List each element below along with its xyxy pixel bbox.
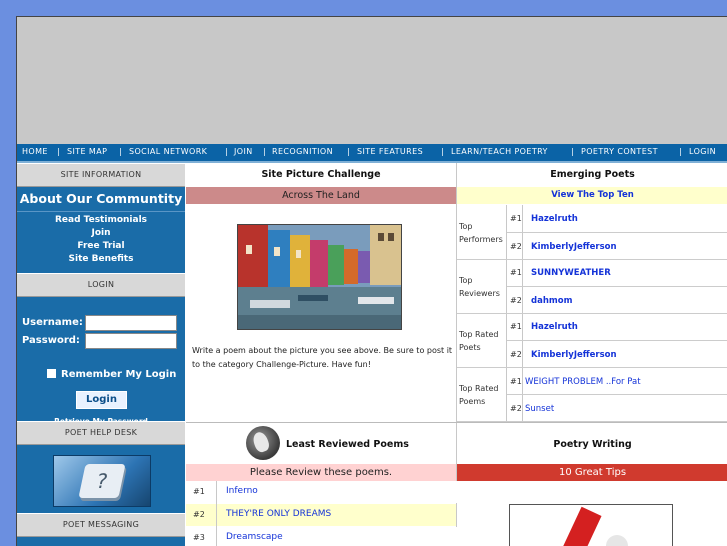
remember-label: Remember My Login (61, 369, 177, 380)
poet-messaging-header: POET MESSAGING (17, 513, 185, 537)
read-testimonials-link[interactable]: Read Testimonials (17, 214, 185, 227)
remember-checkbox[interactable] (47, 369, 56, 378)
least-reviewed-header: Least Reviewed Poems (286, 439, 409, 450)
password-input[interactable] (85, 333, 177, 349)
least-reviewed-icon (246, 426, 280, 460)
sidebar: SITE INFORMATION About Our Communtity Re… (17, 163, 185, 546)
poetry-writing-subheader[interactable]: 10 Great Tips (457, 464, 727, 481)
nav-join[interactable]: JOIN (234, 147, 253, 156)
remember-login[interactable]: Remember My Login (47, 369, 176, 380)
challenge-subheader[interactable]: Across The Land (186, 187, 456, 204)
login-header: LOGIN (17, 273, 185, 297)
poem-link[interactable]: Sunset (525, 404, 554, 414)
poem-rank: #2 (193, 510, 205, 519)
group-divider (457, 367, 727, 368)
list-item[interactable]: #3 Dreamscape (186, 527, 472, 546)
join-link[interactable]: Join (17, 227, 185, 240)
nav-site-map[interactable]: SITE MAP (67, 147, 107, 156)
nav-separator: | (441, 147, 445, 156)
challenge-photo[interactable] (237, 224, 402, 330)
group-label: Top Rated Poets (459, 330, 499, 352)
nav-learn-teach[interactable]: LEARN/TEACH POETRY (451, 147, 548, 156)
nav-separator: | (263, 147, 267, 156)
poet-link[interactable]: Hazelruth (531, 322, 578, 332)
tips-image[interactable] (509, 504, 673, 546)
poet-link[interactable]: KimberlyJefferson (531, 242, 617, 252)
site-benefits-link[interactable]: Site Benefits (17, 253, 185, 266)
nav-recognition[interactable]: RECOGNITION (272, 147, 333, 156)
group-label: Top Rated Poems (459, 384, 499, 406)
nav-separator: | (57, 147, 61, 156)
rank: #1 (510, 268, 522, 277)
exclamation-icon (560, 506, 602, 546)
rank: #1 (510, 214, 522, 223)
poem-rank: #3 (193, 533, 205, 542)
rank: #2 (510, 404, 522, 413)
row-divider (507, 340, 727, 341)
rank: #2 (510, 350, 522, 359)
challenge-header: Site Picture Challenge (186, 163, 456, 188)
username-input[interactable] (85, 315, 177, 331)
rank: #2 (510, 296, 522, 305)
poet-link[interactable]: Hazelruth (531, 214, 578, 224)
list-divider (216, 481, 217, 546)
challenge-description: Write a poem about the picture you see a… (192, 346, 453, 369)
group-label: Top Reviewers (459, 276, 500, 298)
password-label: Password: (22, 335, 80, 346)
group-divider (457, 313, 727, 314)
group-divider (457, 259, 727, 260)
nav-separator: | (225, 147, 229, 156)
poem-title-link[interactable]: Dreamscape (226, 532, 283, 542)
nav-social-network[interactable]: SOCIAL NETWORK (129, 147, 207, 156)
row-divider (507, 232, 727, 233)
site-information-header: SITE INFORMATION (17, 163, 185, 187)
poem-rank: #1 (193, 487, 205, 496)
list-item[interactable]: #2 THEY'RE ONLY DREAMS (186, 504, 456, 526)
poetry-writing-header: Poetry Writing (553, 439, 632, 450)
nav-separator: | (571, 147, 575, 156)
nav-separator: | (347, 147, 351, 156)
nav-poetry-contest[interactable]: POETRY CONTEST (581, 147, 658, 156)
nav-home[interactable]: HOME (22, 147, 48, 156)
poem-title-link[interactable]: THEY'RE ONLY DREAMS (226, 509, 331, 519)
view-top-ten-link[interactable]: View The Top Ten (457, 187, 727, 204)
row-divider (507, 394, 727, 395)
rank: #1 (510, 322, 522, 331)
header-banner (17, 17, 727, 144)
login-button[interactable]: Login (76, 391, 127, 409)
nav-separator: | (119, 147, 123, 156)
least-reviewed-subheader: Please Review these poems. (186, 464, 456, 481)
poet-link[interactable]: KimberlyJefferson (531, 350, 617, 360)
group-label: Top Performers (459, 222, 503, 244)
nav-separator: | (679, 147, 683, 156)
rank: #1 (510, 377, 522, 386)
section-divider (186, 422, 727, 423)
list-item[interactable]: #1 Inferno (186, 481, 472, 503)
rank: #2 (510, 242, 522, 251)
help-desk-image[interactable]: ? (53, 455, 151, 507)
nav-login[interactable]: LOGIN (689, 147, 716, 156)
free-trial-link[interactable]: Free Trial (17, 240, 185, 253)
top-nav: HOME | SITE MAP | SOCIAL NETWORK | JOIN … (17, 144, 727, 163)
username-label: Username: (22, 317, 83, 328)
question-key-icon: ? (78, 464, 126, 498)
poem-link[interactable]: WEIGHT PROBLEM ..For Pat (525, 377, 641, 387)
poem-title-link[interactable]: Inferno (226, 486, 258, 496)
page-frame: HOME | SITE MAP | SOCIAL NETWORK | JOIN … (16, 16, 727, 546)
emerging-poets-header: Emerging Poets (457, 163, 727, 188)
main-content: Site Picture Challenge Across The Land W… (186, 163, 727, 546)
row-divider (507, 286, 727, 287)
site-info-links: Read Testimonials Join Free Trial Site B… (17, 214, 185, 266)
poet-link[interactable]: dahmom (531, 296, 572, 306)
nav-site-features[interactable]: SITE FEATURES (357, 147, 423, 156)
canal-houses-image (238, 225, 401, 329)
poet-help-desk-header: POET HELP DESK (17, 421, 185, 445)
about-community-heading[interactable]: About Our Communtity (17, 187, 185, 212)
poet-link[interactable]: SUNNYWEATHER (531, 268, 611, 278)
dot-icon (606, 535, 628, 546)
